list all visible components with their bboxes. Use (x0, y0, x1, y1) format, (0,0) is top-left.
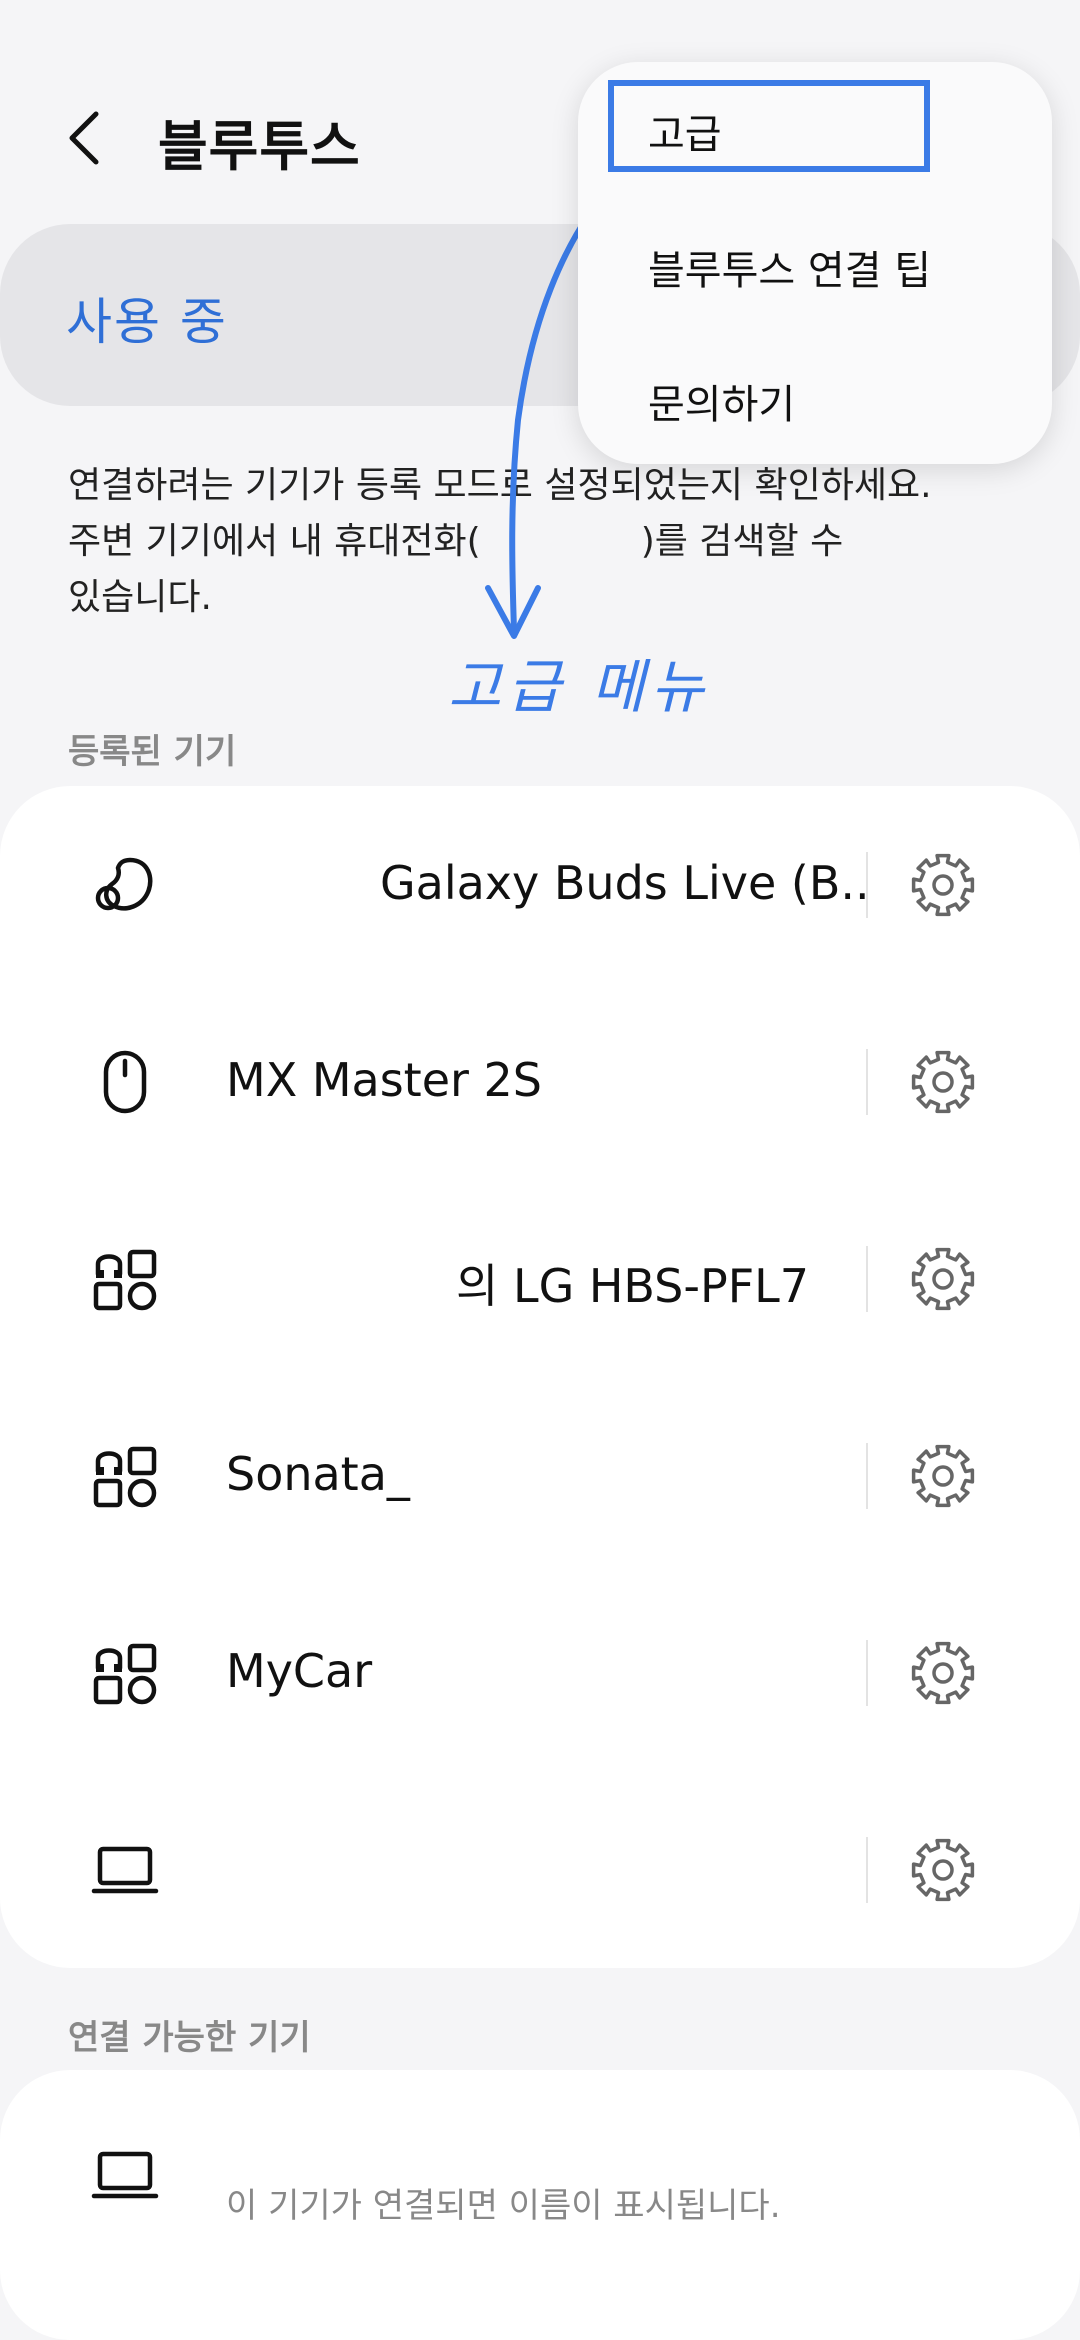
device-name: Galaxy Buds Live (B.. (380, 856, 870, 910)
device-name: MX Master 2S (226, 1053, 543, 1107)
bluetooth-toggle-label: 사용 중 (66, 293, 228, 351)
overflow-menu: 고급 블루투스 연결 팁 문의하기 (578, 62, 1052, 464)
gear-icon[interactable] (908, 850, 978, 920)
chevron-left-icon[interactable] (62, 108, 112, 168)
device-row[interactable]: MX Master 2S (0, 983, 1080, 1180)
device-row[interactable]: 의 LG HBS-PFL7 (0, 1180, 1080, 1377)
gear-icon[interactable] (908, 1441, 978, 1511)
menu-item-connection-tips[interactable]: 블루투스 연결 팁 (648, 238, 931, 296)
earbuds-icon (95, 857, 153, 911)
row-divider (866, 1640, 868, 1706)
menu-item-advanced[interactable]: 고급 (648, 102, 722, 160)
available-devices-card: 이 기기가 연결되면 이름이 표시됩니다. (0, 2070, 1080, 2340)
audio-device-icon (93, 1446, 157, 1508)
device-row[interactable]: 이 기기가 연결되면 이름이 표시됩니다. (0, 2070, 1080, 2267)
redacted-phone-name (480, 525, 641, 561)
mouse-icon (103, 1050, 147, 1114)
info-text: 연결하려는 기기가 등록 모드로 설정되었는지 확인하세요. 주변 기기에서 내… (68, 458, 998, 626)
row-divider (866, 1049, 868, 1115)
laptop-icon (91, 1846, 159, 1894)
gear-icon[interactable] (908, 1835, 978, 1905)
row-divider (866, 1246, 868, 1312)
device-name: 의 LG HBS-PFL7 (456, 1259, 810, 1313)
device-name: Sonata_ (226, 1447, 410, 1501)
device-row[interactable]: Galaxy Buds Live (B.. (0, 786, 1080, 983)
audio-device-icon (93, 1249, 157, 1311)
device-row[interactable]: Sonata_ (0, 1377, 1080, 1574)
row-divider (866, 1837, 868, 1903)
info-line-3: 있습니다. (68, 577, 212, 618)
info-line-2: 주변 기기에서 내 휴대전화( )를 검색할 수 (68, 514, 998, 570)
row-divider (866, 1443, 868, 1509)
page-title: 블루투스 (158, 115, 361, 178)
annotation-text: 고급 메뉴 (448, 653, 710, 721)
menu-item-contact-us[interactable]: 문의하기 (648, 372, 795, 430)
registered-devices-card: Galaxy Buds Live (B.. MX Master 2S 의 LG … (0, 786, 1080, 1968)
info-line-2-before: 주변 기기에서 내 휴대전화( (68, 521, 481, 562)
device-row[interactable] (0, 1771, 1080, 1968)
gear-icon[interactable] (908, 1244, 978, 1314)
gear-icon[interactable] (908, 1047, 978, 1117)
registered-devices-header: 등록된 기기 (68, 732, 237, 772)
device-row[interactable]: MyCar (0, 1574, 1080, 1771)
audio-device-icon (93, 1643, 157, 1705)
info-line-1: 연결하려는 기기가 등록 모드로 설정되었는지 확인하세요. (68, 465, 932, 506)
gear-icon[interactable] (908, 1638, 978, 1708)
device-name: MyCar (226, 1644, 373, 1698)
info-line-2-after: )를 검색할 수 (640, 521, 844, 562)
available-devices-header: 연결 가능한 기기 (68, 2018, 311, 2058)
device-subtitle: 이 기기가 연결되면 이름이 표시됩니다. (226, 2186, 781, 2226)
row-divider (866, 852, 868, 918)
laptop-icon (91, 2151, 159, 2199)
